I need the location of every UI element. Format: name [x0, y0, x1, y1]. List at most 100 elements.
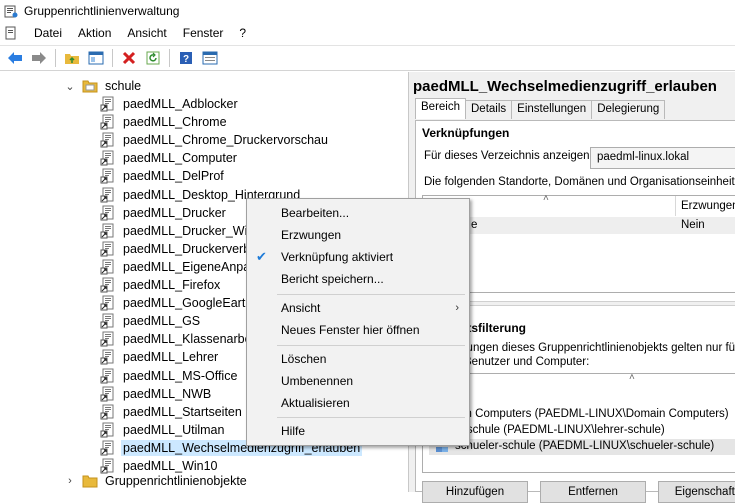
tree-item[interactable]: paedMLL_Chrome: [100, 113, 229, 131]
filter-item[interactable]: in Computers (PAEDML-LINUX\Domain Comput…: [463, 408, 729, 420]
back-arrow-icon[interactable]: [4, 47, 26, 69]
gpo-link-icon: [100, 241, 114, 257]
ctx-link-enabled[interactable]: ✔ Verknüpfung aktiviert: [247, 246, 469, 268]
tree-item-label: paedMLL_Startseiten: [123, 405, 242, 419]
ctx-help[interactable]: Hilfe: [247, 420, 469, 442]
tree-item-label: paedMLL_Firefox: [123, 278, 221, 292]
help-icon[interactable]: ?: [175, 47, 197, 69]
gpo-link-icon: [100, 313, 114, 329]
tree-item-label: paedMLL_Utilman: [123, 423, 225, 437]
ctx-rename-label: Umbenennen: [281, 374, 354, 388]
ctx-save-report-label: Bericht speichern...: [281, 272, 384, 286]
up-folder-icon[interactable]: [61, 47, 83, 69]
properties-icon[interactable]: [199, 47, 221, 69]
gpo-link-icon: [100, 295, 114, 311]
filter-item-selected[interactable]: schueler-schule (PAEDML-LINUX\schueler-s…: [429, 439, 735, 455]
tab-details[interactable]: Details: [465, 100, 513, 119]
ctx-save-report[interactable]: Bericht speichern...: [247, 268, 469, 290]
tree-item[interactable]: paedMLL_Startseiten: [100, 403, 244, 421]
tree-item-label: paedMLL_NWB: [123, 387, 212, 401]
tree-item[interactable]: paedMLL_DelProf: [100, 167, 226, 185]
gpo-heading: paedMLL_Wechselmedienzugriff_erlauben: [413, 78, 717, 95]
refresh-icon[interactable]: [142, 47, 164, 69]
toolbar: ?: [0, 45, 735, 71]
toolbar-separator: [112, 49, 113, 67]
menu-datei[interactable]: Datei: [26, 26, 70, 40]
tree-item-label: paedMLL_MS-Office: [123, 369, 238, 383]
ctx-enforce[interactable]: Erzwungen: [247, 224, 469, 246]
tree-item[interactable]: paedMLL_Drucker_Win1: [100, 222, 263, 240]
menu-help[interactable]: ?: [231, 26, 254, 40]
tree-item[interactable]: paedMLL_Chrome_Druckervorschau: [100, 131, 330, 149]
svg-text:?: ?: [183, 54, 189, 65]
show-hide-tree-icon[interactable]: [85, 47, 107, 69]
sort-up-icon: ˄: [629, 372, 635, 383]
ou-folder-icon: [82, 80, 98, 93]
toolbar-separator: [55, 49, 56, 67]
column-divider: [675, 196, 676, 216]
forward-arrow-icon[interactable]: [28, 47, 50, 69]
tree-item[interactable]: paedMLL_Druckerverbin: [100, 240, 262, 258]
delete-icon[interactable]: [118, 47, 140, 69]
ctx-new-window[interactable]: Neues Fenster hier öffnen: [247, 319, 469, 341]
tree-item[interactable]: paedMLL_Adblocker: [100, 95, 240, 113]
menu-separator: [277, 417, 465, 418]
tree-item[interactable]: paedMLL_EigeneAnpass: [100, 258, 265, 276]
tab-bereich[interactable]: Bereich: [415, 98, 466, 119]
chevron-down-icon[interactable]: ⌄: [64, 80, 76, 93]
gpo-link-icon: [100, 368, 114, 384]
tree-label-schule: schule: [105, 79, 142, 93]
tab-delegierung[interactable]: Delegierung: [591, 100, 666, 119]
tree-item[interactable]: paedMLL_Lehrer: [100, 348, 220, 366]
ctx-edit-label: Bearbeiten...: [281, 206, 350, 220]
tree-item-label: paedMLL_GS: [123, 314, 201, 328]
tree-item[interactable]: paedMLL_MS-Office: [100, 367, 239, 385]
ctx-refresh-label: Aktualisieren: [281, 396, 350, 410]
menu-fenster[interactable]: Fenster: [175, 26, 232, 40]
security-filter-text1: lungen dieses Gruppenrichtlinienobjekts …: [464, 342, 735, 354]
ctx-edit[interactable]: Bearbeiten...: [247, 202, 469, 224]
tree-item[interactable]: paedMLL_NWB: [100, 385, 213, 403]
tree-node-schule[interactable]: ⌄ schule: [64, 77, 143, 95]
gpo-link-icon: [100, 259, 114, 275]
ctx-refresh[interactable]: Aktualisieren: [247, 392, 469, 414]
filter-item[interactable]: -schule (PAEDML-LINUX\lehrer-schule): [463, 424, 665, 436]
tree-item[interactable]: paedMLL_Utilman: [100, 421, 226, 439]
links-description: Die folgenden Standorte, Domänen und Org…: [424, 176, 735, 188]
ctx-view[interactable]: Ansicht ›: [247, 297, 469, 319]
tree-item[interactable]: paedMLL_GoogleEarth: [100, 294, 254, 312]
tree-item[interactable]: paedMLL_GS: [100, 312, 202, 330]
properties-button[interactable]: Eigenschafte: [658, 481, 735, 503]
tree-item[interactable]: paedMLL_Computer: [100, 149, 239, 167]
tree-item[interactable]: paedMLL_Klassenarbeit: [100, 330, 260, 348]
ctx-delete[interactable]: Löschen: [247, 348, 469, 370]
window-menu-icon[interactable]: [4, 26, 18, 40]
tree-item[interactable]: paedMLL_Firefox: [100, 276, 222, 294]
tree-item-label: paedMLL_Drucker: [123, 206, 226, 220]
dir-label: Für dieses Verzeichnis anzeigen:: [424, 150, 593, 162]
menu-aktion[interactable]: Aktion: [70, 26, 119, 40]
chevron-right-icon[interactable]: ›: [64, 475, 76, 487]
sort-up-icon: ˄: [543, 193, 549, 204]
security-filter-text2: Benutzer und Computer:: [464, 356, 590, 368]
gpo-link-icon: [100, 223, 114, 239]
links-row-enforced: Nein: [681, 219, 705, 231]
ctx-delete-label: Löschen: [281, 352, 327, 366]
tree-item[interactable]: paedMLL_Drucker: [100, 204, 228, 222]
domain-dropdown[interactable]: paedml-linux.lokal: [590, 147, 735, 169]
gpo-link-icon: [100, 386, 114, 402]
column-enforced[interactable]: Erzwungen: [681, 200, 735, 212]
remove-button[interactable]: Entfernen: [540, 481, 646, 503]
tab-einstellungen[interactable]: Einstellungen: [511, 100, 593, 119]
gpo-link-icon: [100, 187, 114, 203]
tree-item-label: paedMLL_EigeneAnpass: [123, 260, 263, 274]
menu-bar: Datei Aktion Ansicht Fenster ?: [0, 22, 735, 44]
gpo-link-icon: [100, 277, 114, 293]
tree-node-gpo-container[interactable]: › Gruppenrichtlinienobjekte: [64, 472, 249, 490]
add-button[interactable]: Hinzufügen: [422, 481, 528, 503]
menu-ansicht[interactable]: Ansicht: [119, 26, 174, 40]
menu-separator: [277, 294, 465, 295]
ctx-rename[interactable]: Umbenennen: [247, 370, 469, 392]
tree-item-label: paedMLL_Chrome: [123, 115, 227, 129]
tree-item-label: paedMLL_Klassenarbeit: [123, 332, 258, 346]
